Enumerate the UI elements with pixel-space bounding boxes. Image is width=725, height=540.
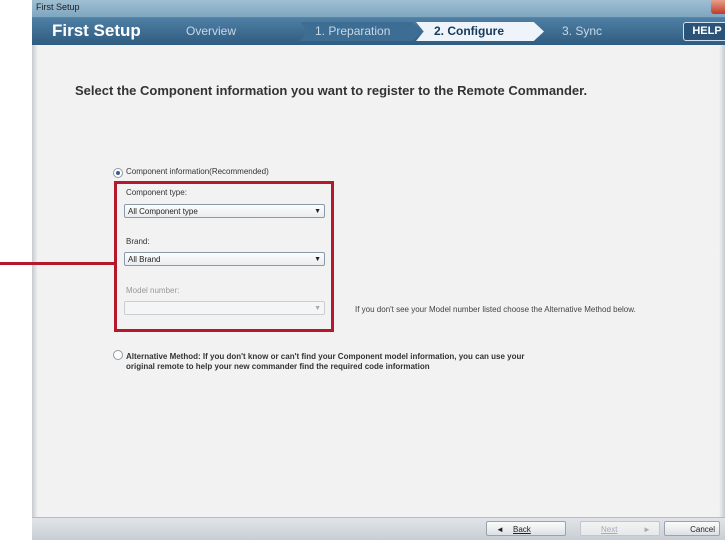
option-alternative-label: Alternative Method: If you don't know or…	[126, 352, 525, 371]
left-arrow-icon: ◄	[496, 525, 504, 534]
page-instruction: Select the Component information you wan…	[75, 83, 588, 98]
next-button-label: Next	[601, 525, 618, 534]
radio-component-information[interactable]	[113, 168, 123, 178]
next-button[interactable]: Next ►	[580, 521, 660, 536]
chevron-down-icon: ▼	[314, 256, 321, 263]
step-sync: 3. Sync	[562, 24, 603, 38]
close-window-button[interactable]	[711, 0, 725, 14]
step-overview: Overview	[186, 24, 237, 38]
component-type-select[interactable]: All Component type ▼	[124, 204, 325, 218]
component-type-value: All Component type	[128, 207, 198, 216]
help-button[interactable]: HELP	[683, 22, 725, 41]
option-recommended-label: Component information(Recommended)	[126, 167, 269, 176]
model-number-select[interactable]: ▼	[124, 301, 325, 315]
chevron-down-icon: ▼	[314, 305, 321, 312]
model-number-hint: If you don't see your Model number liste…	[355, 305, 636, 314]
component-type-label: Component type:	[126, 188, 187, 197]
back-button[interactable]: ◄ Back	[486, 521, 566, 536]
brand-select[interactable]: All Brand ▼	[124, 252, 325, 266]
desktop-background	[0, 0, 32, 539]
callout-line	[0, 262, 115, 265]
brand-label: Brand:	[126, 237, 150, 246]
back-button-label: Back	[513, 525, 531, 534]
radio-alternative-method[interactable]	[113, 350, 123, 360]
step-configure: 2. Configure	[434, 24, 505, 38]
cancel-button-label: Cancel	[690, 525, 715, 534]
window-title: First Setup	[36, 2, 80, 12]
model-number-label: Model number:	[126, 286, 180, 295]
app-title: First Setup	[52, 21, 141, 40]
step-preparation: 1. Preparation	[315, 24, 391, 38]
first-setup-window: First Setup First Setup Overview 1. Prep…	[32, 0, 725, 540]
wizard-header: First Setup Overview 1. Preparation 2. C…	[32, 18, 725, 45]
cancel-button[interactable]: Cancel	[664, 521, 720, 536]
brand-value: All Brand	[128, 255, 161, 264]
right-arrow-icon: ►	[643, 525, 651, 534]
chevron-down-icon: ▼	[314, 208, 321, 215]
wizard-content: Select the Component information you wan…	[32, 45, 725, 517]
title-bar: First Setup	[32, 0, 725, 18]
wizard-footer: ◄ Back Next ► Cancel	[32, 517, 725, 540]
